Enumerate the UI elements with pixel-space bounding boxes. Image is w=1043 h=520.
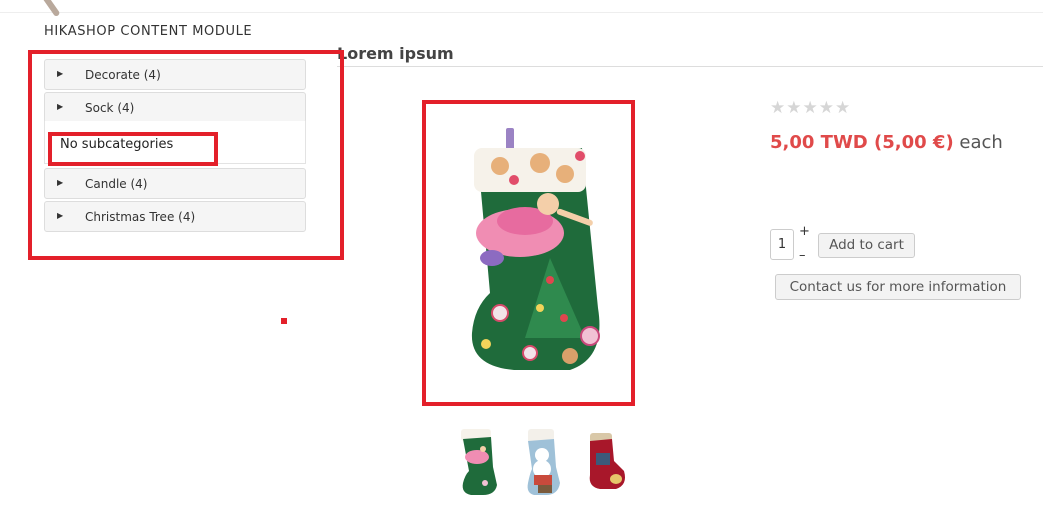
thumbnail-stocking-fairy[interactable] bbox=[455, 427, 503, 499]
product-title: Lorem ipsum bbox=[337, 44, 454, 63]
thumbnail-stocking-snowman[interactable] bbox=[520, 427, 568, 499]
product-main-image[interactable] bbox=[430, 108, 628, 398]
star-empty-icon[interactable]: ★ bbox=[786, 100, 801, 117]
star-empty-icon[interactable]: ★ bbox=[835, 100, 850, 117]
top-divider bbox=[0, 12, 1043, 13]
decorative-stick bbox=[39, 0, 61, 18]
star-empty-icon[interactable]: ★ bbox=[819, 100, 834, 117]
red-marker bbox=[281, 318, 287, 324]
star-empty-icon[interactable]: ★ bbox=[770, 100, 785, 117]
module-title: HIKASHOP CONTENT MODULE bbox=[44, 24, 253, 39]
price-amount: 5,00 TWD (5,00 €) bbox=[770, 132, 954, 153]
product-price: 5,00 TWD (5,00 €) each bbox=[770, 132, 1003, 153]
quantity-decrease-button[interactable]: – bbox=[799, 248, 806, 263]
contact-button[interactable]: Contact us for more information bbox=[775, 274, 1021, 300]
quantity-increase-button[interactable]: + bbox=[799, 224, 810, 239]
highlight-box-subcategories bbox=[48, 132, 218, 166]
price-unit: each bbox=[953, 132, 1003, 153]
thumbnail-stocking-red[interactable] bbox=[584, 427, 632, 499]
add-to-cart-button[interactable]: Add to cart bbox=[818, 233, 915, 258]
title-divider bbox=[337, 66, 1043, 67]
rating-stars[interactable]: ★ ★ ★ ★ ★ bbox=[770, 100, 850, 117]
star-empty-icon[interactable]: ★ bbox=[803, 100, 818, 117]
quantity-input[interactable]: 1 bbox=[770, 229, 794, 260]
